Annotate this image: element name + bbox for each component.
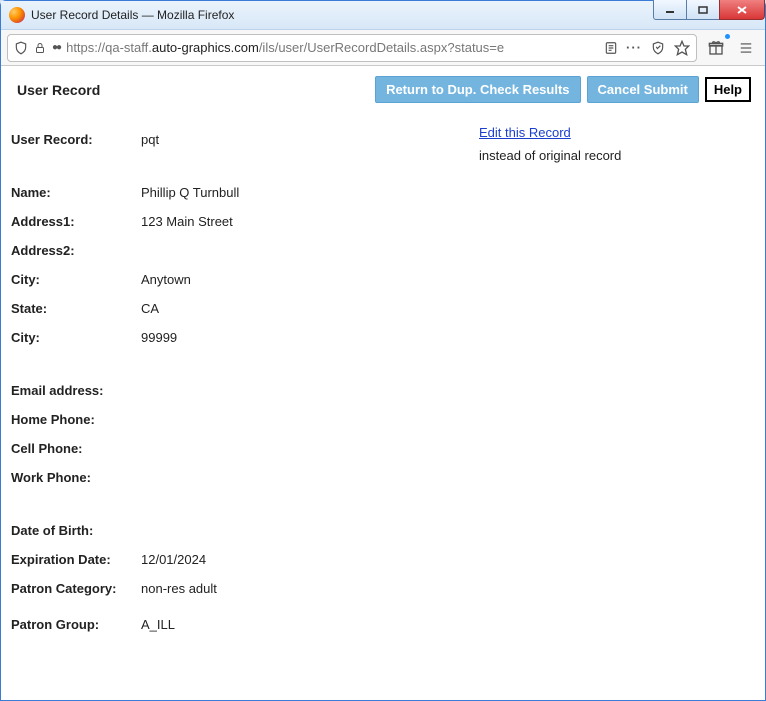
label-city: City: (11, 265, 141, 294)
url-text: https://qa-staff.auto-graphics.com/ils/u… (66, 40, 504, 55)
label-expiration: Expiration Date: (11, 545, 141, 574)
permissions-icon: ●● (52, 42, 60, 53)
cancel-submit-button[interactable]: Cancel Submit (587, 76, 699, 103)
edit-record-link[interactable]: Edit this Record (479, 125, 621, 140)
value-address2 (141, 236, 751, 265)
spacer (11, 492, 751, 516)
edit-note: instead of original record (479, 148, 621, 163)
reader-mode-icon[interactable] (604, 41, 618, 55)
spacer (11, 154, 751, 178)
label-zip: City: (11, 323, 141, 352)
help-button[interactable]: Help (705, 77, 751, 102)
url-prefix: https://qa-staff. (66, 40, 152, 55)
label-state: State: (11, 294, 141, 323)
record-body: Edit this Record instead of original rec… (11, 125, 751, 639)
value-user-record: pqt (141, 125, 751, 154)
label-address2: Address2: (11, 236, 141, 265)
spacer (11, 352, 751, 376)
browser-toolbar: ●● https://qa-staff.auto-graphics.com/il… (1, 30, 765, 66)
window-controls (654, 0, 765, 20)
label-address1: Address1: (11, 207, 141, 236)
label-user-record: User Record: (11, 125, 141, 154)
lock-icon (34, 41, 46, 55)
label-work-phone: Work Phone: (11, 463, 141, 492)
value-city: Anytown (141, 265, 751, 294)
value-address1: 123 Main Street (141, 207, 751, 236)
label-patron-category: Patron Category: (11, 574, 141, 603)
value-email (141, 376, 751, 405)
pocket-icon[interactable] (650, 41, 666, 55)
label-name: Name: (11, 178, 141, 207)
page-header: User Record Return to Dup. Check Results… (11, 76, 751, 103)
more-icon[interactable]: ··· (626, 40, 642, 55)
value-home-phone (141, 405, 751, 434)
window-titlebar: User Record Details — Mozilla Firefox (1, 1, 765, 30)
value-name: Phillip Q Turnbull (141, 178, 751, 207)
page-title: User Record (11, 82, 100, 98)
url-path: /ils/user/UserRecordDetails.aspx?status=… (259, 40, 504, 55)
value-work-phone (141, 463, 751, 492)
minimize-button[interactable] (653, 0, 687, 20)
menu-icon[interactable] (733, 35, 759, 61)
address-bar[interactable]: ●● https://qa-staff.auto-graphics.com/il… (7, 34, 697, 62)
maximize-button[interactable] (686, 0, 720, 20)
label-home-phone: Home Phone: (11, 405, 141, 434)
firefox-icon (9, 7, 25, 23)
close-button[interactable] (719, 0, 765, 20)
page-content: User Record Return to Dup. Check Results… (1, 66, 765, 700)
star-icon[interactable] (674, 40, 690, 56)
value-dob (141, 516, 751, 545)
url-host: auto-graphics.com (152, 40, 259, 55)
label-email: Email address: (11, 376, 141, 405)
return-button[interactable]: Return to Dup. Check Results (375, 76, 580, 103)
record-fields: User Record: pqt Name: Phillip Q Turnbul… (11, 125, 751, 639)
value-expiration: 12/01/2024 (141, 545, 751, 574)
value-state: CA (141, 294, 751, 323)
url-actions: ··· (604, 40, 690, 56)
value-zip: 99999 (141, 323, 751, 352)
edit-area: Edit this Record instead of original rec… (479, 125, 621, 163)
shield-icon (14, 41, 28, 55)
label-dob: Date of Birth: (11, 516, 141, 545)
toolbar-right (703, 35, 759, 61)
value-cell-phone (141, 434, 751, 463)
value-patron-category: non-res adult (141, 574, 751, 603)
label-patron-group: Patron Group: (11, 603, 141, 639)
label-cell-phone: Cell Phone: (11, 434, 141, 463)
page-actions: Return to Dup. Check Results Cancel Subm… (375, 76, 751, 103)
whats-new-icon[interactable] (703, 35, 729, 61)
window-title: User Record Details — Mozilla Firefox (31, 8, 234, 22)
value-patron-group: A_ILL (141, 603, 751, 639)
